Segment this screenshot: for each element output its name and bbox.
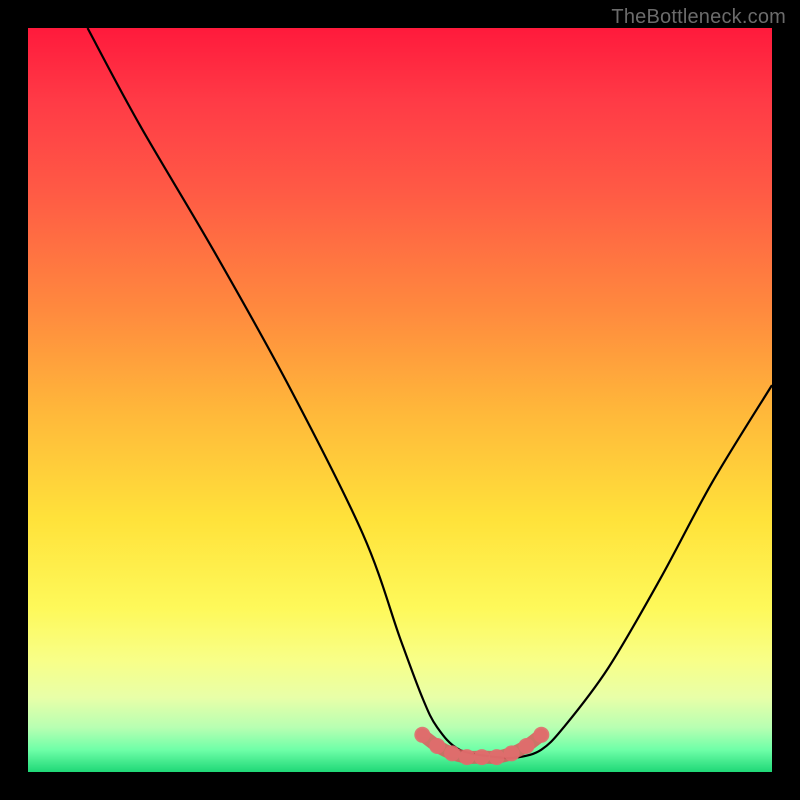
highlight-dot [414,727,430,743]
highlight-dots [414,727,549,765]
highlight-dot [489,749,505,765]
chart-frame: TheBottleneck.com [0,0,800,800]
highlight-dot [533,727,549,743]
highlight-dot [459,749,475,765]
highlight-dot [504,745,520,761]
bottleneck-curve [88,28,772,758]
chart-svg [28,28,772,772]
highlight-dot [474,749,490,765]
highlight-dot [429,738,445,754]
watermark-text: TheBottleneck.com [611,6,786,29]
plot-area [28,28,772,772]
highlight-dot [518,738,534,754]
highlight-dot [444,745,460,761]
